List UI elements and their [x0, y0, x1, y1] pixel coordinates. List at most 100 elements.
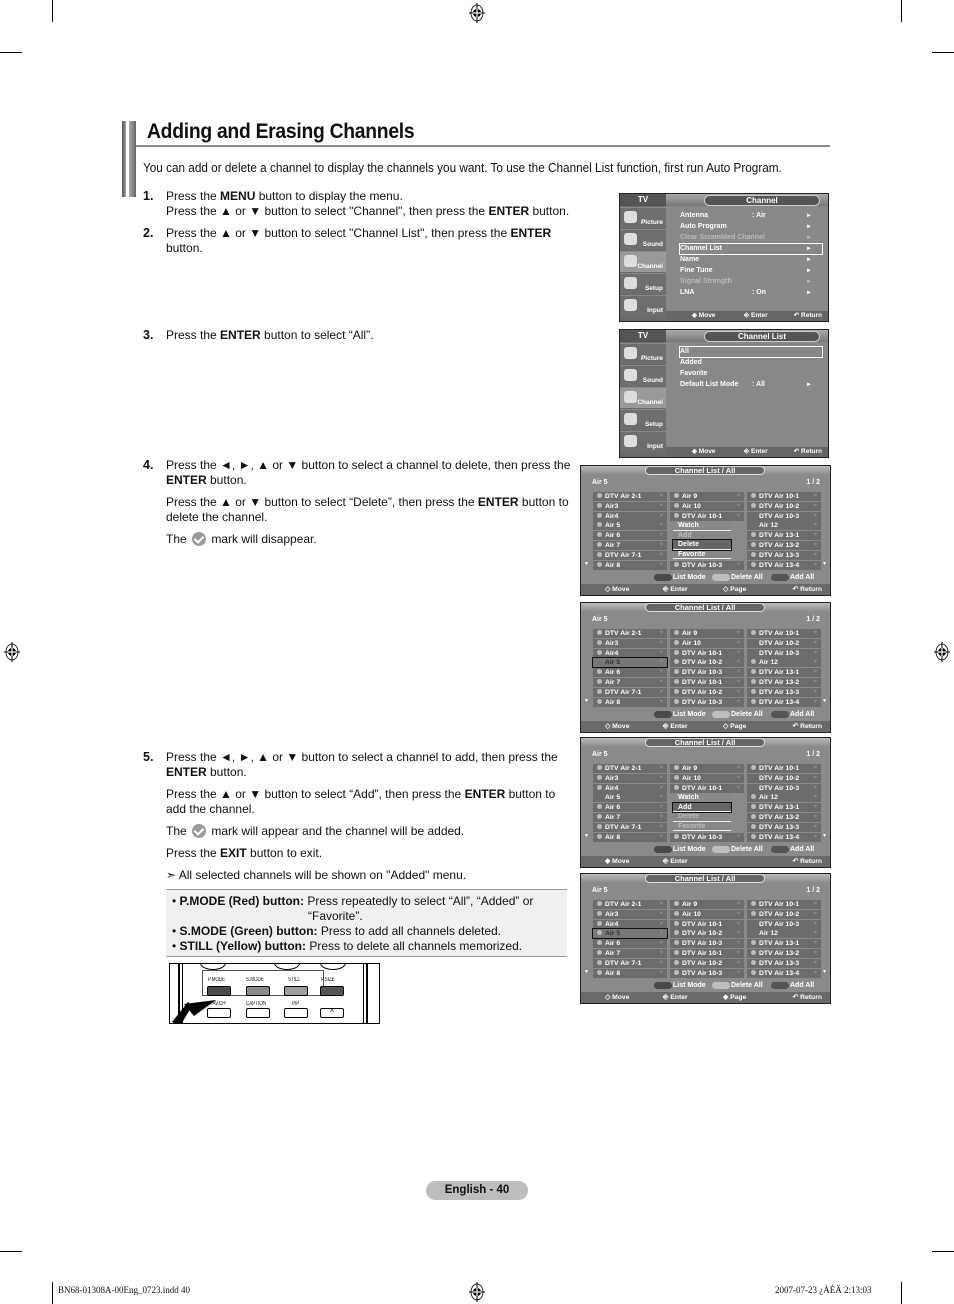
scroll-down-icon[interactable]: ▼: [822, 698, 827, 704]
channel-cell[interactable]: DTV Air 10-3 ♥: [747, 783, 821, 793]
channel-cell[interactable]: DTV Air 13-3 ♥: [747, 822, 821, 832]
up-button[interactable]: ^: [320, 1008, 344, 1018]
channel-cell[interactable]: DTV Air 10-3 ♥: [670, 968, 744, 978]
channel-cell[interactable]: DTV Air 2-1 ♥: [593, 764, 667, 773]
channel-cell[interactable]: Air 6 ♥: [593, 939, 667, 949]
channel-cell[interactable]: DTV Air 13-2 ♥: [747, 541, 821, 550]
channel-cell[interactable]: Air 10 ♥: [670, 638, 744, 648]
channel-cell[interactable]: Air 12 ♥: [747, 929, 821, 939]
popup-option[interactable]: Favorite: [673, 822, 731, 832]
channel-cell[interactable]: DTV Air 10-1 ♥: [747, 492, 821, 501]
channel-cell[interactable]: Air3 ♥: [593, 909, 667, 919]
channel-cell[interactable]: DTV Air 10-2 ♥: [670, 687, 744, 697]
channel-cell[interactable]: DTV Air 7-1 ♥: [593, 550, 667, 560]
channel-cell[interactable]: DTV Air 13-3 ♥: [747, 958, 821, 968]
channel-cell[interactable]: Air 5 ♥: [593, 793, 667, 803]
channel-cell[interactable]: DTV Air 7-1 ♥: [593, 822, 667, 832]
scroll-down-icon[interactable]: ▼: [584, 969, 589, 975]
still-yellow-button[interactable]: [284, 986, 308, 996]
channel-cell[interactable]: Air4 ♥: [593, 648, 667, 658]
channel-cell[interactable]: DTV Air 10-1 ♥: [670, 919, 744, 929]
channel-cell[interactable]: Air3 ♥: [593, 773, 667, 783]
popup-option[interactable]: Favorite: [673, 550, 731, 560]
green-button-icon[interactable]: [712, 982, 730, 989]
channel-cell[interactable]: Air 9 ♥: [670, 900, 744, 909]
menu-item[interactable]: Name ►: [680, 255, 822, 265]
channel-cell[interactable]: DTV Air 10-3 ♥: [747, 648, 821, 658]
channel-cell[interactable]: DTV Air 10-2 ♥: [747, 773, 821, 783]
caption-button[interactable]: [246, 1008, 270, 1018]
channel-cell[interactable]: DTV Air 13-2 ♥: [747, 949, 821, 958]
scroll-down-icon[interactable]: ▼: [584, 561, 589, 567]
scroll-down-icon[interactable]: ▼: [584, 698, 589, 704]
channel-cell[interactable]: Air 5 ♥: [593, 521, 667, 531]
popup-option[interactable]: Watch: [673, 521, 731, 531]
channel-cell[interactable]: Air 5 ♥: [592, 657, 668, 669]
channel-cell[interactable]: DTV Air 13-4 ♥: [747, 968, 821, 978]
red-button-icon[interactable]: [654, 574, 672, 581]
channel-cell[interactable]: DTV Air 10-2 ♥: [747, 909, 821, 919]
channel-cell[interactable]: DTV Air 10-3 ♥: [670, 832, 744, 842]
menu-item[interactable]: Channel List ►: [679, 243, 823, 255]
channel-cell[interactable]: DTV Air 10-2 ♥: [747, 638, 821, 648]
channel-cell[interactable]: Air 9 ♥: [670, 629, 744, 638]
channel-cell[interactable]: DTV Air 10-1 ♥: [747, 900, 821, 909]
channel-cell[interactable]: Air 6 ♥: [593, 531, 667, 541]
green-button-icon[interactable]: [712, 711, 730, 718]
channel-cell[interactable]: DTV Air 13-3 ♥: [747, 550, 821, 560]
channel-cell[interactable]: Air 8 ♥: [593, 832, 667, 842]
green-button-icon[interactable]: [712, 846, 730, 853]
sidebar-item-picture[interactable]: Picture: [620, 343, 666, 364]
channel-cell[interactable]: DTV Air 10-3 ♥: [670, 697, 744, 707]
scroll-down-icon[interactable]: ▼: [822, 969, 827, 975]
channel-cell[interactable]: DTV Air 10-2 ♥: [670, 958, 744, 968]
channel-cell[interactable]: DTV Air 10-3 ♥: [747, 511, 821, 521]
red-button-icon[interactable]: [654, 982, 672, 989]
channel-cell[interactable]: DTV Air 13-1 ♥: [747, 939, 821, 949]
popup-option[interactable]: Delete: [672, 539, 732, 551]
popup-option[interactable]: Add: [673, 531, 731, 541]
channel-cell[interactable]: DTV Air 10-1 ♥: [670, 648, 744, 658]
menu-item[interactable]: LNA: On ►: [680, 288, 822, 298]
channel-cell[interactable]: Air 10 ♥: [670, 909, 744, 919]
channel-cell[interactable]: Air 7 ♥: [593, 949, 667, 958]
channel-cell[interactable]: DTV Air 10-3 ♥: [670, 668, 744, 678]
channel-cell[interactable]: DTV Air 2-1 ♥: [593, 492, 667, 501]
sidebar-item-channel[interactable]: Channel: [620, 387, 666, 408]
channel-cell[interactable]: Air4 ♥: [593, 783, 667, 793]
channel-cell[interactable]: DTV Air 10-1 ♥: [670, 678, 744, 687]
channel-cell[interactable]: Air 12 ♥: [747, 793, 821, 803]
smode-green-button[interactable]: [246, 986, 270, 996]
menu-item[interactable]: Auto Program ►: [680, 222, 822, 232]
channel-cell[interactable]: DTV Air 13-3 ♥: [747, 687, 821, 697]
menu-item[interactable]: Default List Mode: All ►: [680, 380, 822, 390]
menu-item[interactable]: All: [679, 346, 823, 358]
channel-cell[interactable]: DTV Air 10-3 ♥: [747, 919, 821, 929]
channel-cell[interactable]: Air 6 ♥: [593, 803, 667, 813]
sidebar-item-input[interactable]: Input: [620, 295, 666, 316]
channel-cell[interactable]: DTV Air 10-1 ♥: [747, 764, 821, 773]
channel-cell[interactable]: DTV Air 13-1 ♥: [747, 668, 821, 678]
channel-cell[interactable]: DTV Air 10-2 ♥: [747, 501, 821, 511]
channel-cell[interactable]: Air3 ♥: [593, 501, 667, 511]
channel-cell[interactable]: DTV Air 10-1 ♥: [670, 949, 744, 958]
red-button-icon[interactable]: [654, 846, 672, 853]
channel-cell[interactable]: DTV Air 13-4 ♥: [747, 832, 821, 842]
channel-cell[interactable]: DTV Air 10-3 ♥: [670, 560, 744, 570]
channel-cell[interactable]: DTV Air 13-4 ♥: [747, 560, 821, 570]
sidebar-item-setup[interactable]: Setup: [620, 273, 666, 294]
channel-cell[interactable]: Air 12 ♥: [747, 521, 821, 531]
channel-cell[interactable]: Air4 ♥: [593, 511, 667, 521]
menu-item[interactable]: Clear Scrambled Channel ►: [680, 233, 822, 243]
channel-cell[interactable]: DTV Air 10-2 ♥: [670, 658, 744, 668]
channel-cell[interactable]: Air 5 ♥: [592, 928, 668, 940]
menu-item[interactable]: Added: [680, 358, 822, 368]
channel-cell[interactable]: DTV Air 2-1 ♥: [593, 629, 667, 638]
yellow-button-icon[interactable]: [771, 574, 789, 581]
channel-cell[interactable]: DTV Air 7-1 ♥: [593, 687, 667, 697]
channel-cell[interactable]: Air 6 ♥: [593, 668, 667, 678]
menu-item[interactable]: Signal Strength ►: [680, 277, 822, 287]
sidebar-item-setup[interactable]: Setup: [620, 409, 666, 430]
channel-cell[interactable]: Air 10 ♥: [670, 773, 744, 783]
channel-cell[interactable]: DTV Air 7-1 ♥: [593, 958, 667, 968]
